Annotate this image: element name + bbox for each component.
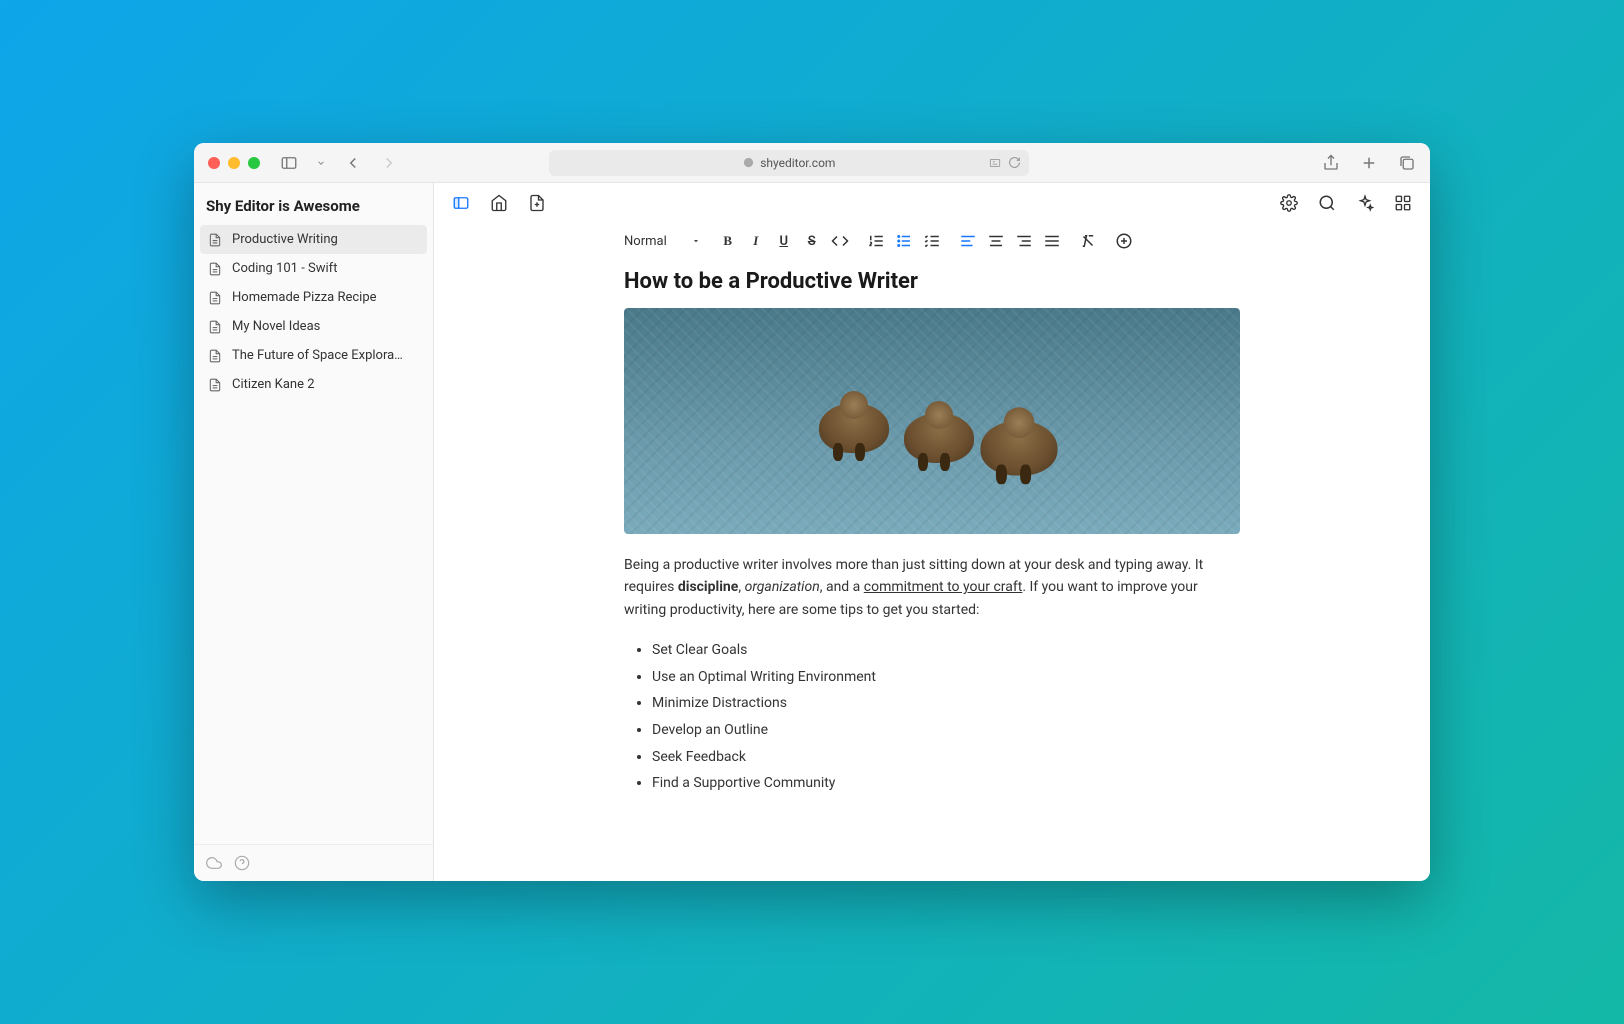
italic-text: organization	[745, 579, 820, 595]
clear-format-button[interactable]	[1079, 232, 1097, 250]
doc-item-0[interactable]: Productive Writing	[200, 225, 427, 254]
align-justify-button[interactable]	[1043, 232, 1061, 250]
italic-button[interactable]: I	[747, 232, 765, 250]
minimize-window-button[interactable]	[228, 157, 240, 169]
app-content: Shy Editor is Awesome Productive Writing…	[194, 183, 1430, 881]
document-icon	[208, 291, 222, 305]
document-icon	[208, 233, 222, 247]
sidebar-footer	[194, 844, 433, 881]
url-bar[interactable]: shyeditor.com	[549, 150, 1029, 176]
chevron-down-icon[interactable]	[316, 154, 326, 172]
doc-item-4[interactable]: The Future of Space Explora…	[194, 341, 433, 370]
align-center-button[interactable]	[987, 232, 1005, 250]
document-icon	[208, 349, 222, 363]
intro-paragraph[interactable]: Being a productive writer involves more …	[624, 554, 1240, 621]
unordered-list-button[interactable]	[895, 232, 913, 250]
document-icon	[208, 378, 222, 392]
bold-button[interactable]: B	[719, 232, 737, 250]
doc-item-label: Homemade Pizza Recipe	[232, 290, 377, 305]
doc-item-label: My Novel Ideas	[232, 319, 320, 334]
add-block-button[interactable]	[1115, 232, 1133, 250]
home-icon[interactable]	[490, 194, 508, 212]
list-item[interactable]: Seek Feedback	[652, 744, 1240, 771]
editor-topbar	[434, 183, 1430, 223]
format-select-label: Normal	[624, 234, 667, 249]
app-window: shyeditor.com Shy	[194, 143, 1430, 881]
apps-icon[interactable]	[1394, 194, 1412, 212]
reader-icon[interactable]	[988, 156, 1002, 170]
doc-item-2[interactable]: Homemade Pizza Recipe	[194, 283, 433, 312]
underline-text: commitment to your craft	[864, 579, 1023, 595]
sidebar-title: Shy Editor is Awesome	[194, 183, 433, 225]
align-right-button[interactable]	[1015, 232, 1033, 250]
otter-illustration	[819, 403, 889, 453]
otter-illustration	[981, 421, 1058, 476]
share-icon[interactable]	[1322, 154, 1340, 172]
document-icon	[208, 262, 222, 276]
doc-item-label: Coding 101 - Swift	[232, 261, 337, 276]
otter-illustration	[904, 413, 974, 463]
code-button[interactable]	[831, 232, 849, 250]
back-button[interactable]	[344, 154, 362, 172]
browser-titlebar: shyeditor.com	[194, 143, 1430, 183]
strike-button[interactable]: S	[803, 232, 821, 250]
tabs-icon[interactable]	[1398, 154, 1416, 172]
panel-toggle-icon[interactable]	[452, 194, 470, 212]
checklist-button[interactable]	[923, 232, 941, 250]
list-item[interactable]: Develop an Outline	[652, 717, 1240, 744]
sidebar-toggle-icon[interactable]	[280, 154, 298, 172]
text-run: , and a	[820, 579, 864, 595]
hero-image[interactable]	[624, 308, 1240, 534]
format-toolbar: Normal B I U S	[434, 223, 1430, 259]
cloud-icon[interactable]	[206, 855, 222, 871]
document-title[interactable]: How to be a Productive Writer	[624, 269, 1240, 294]
lock-icon	[743, 157, 754, 168]
underline-button[interactable]: U	[775, 232, 793, 250]
reload-icon[interactable]	[1008, 156, 1021, 169]
close-window-button[interactable]	[208, 157, 220, 169]
new-doc-icon[interactable]	[528, 194, 546, 212]
sparkle-icon[interactable]	[1356, 194, 1374, 212]
url-text: shyeditor.com	[760, 156, 835, 170]
traffic-lights	[208, 157, 260, 169]
maximize-window-button[interactable]	[248, 157, 260, 169]
bullet-list[interactable]: Set Clear Goals Use an Optimal Writing E…	[624, 637, 1240, 797]
doc-item-5[interactable]: Citizen Kane 2	[194, 370, 433, 399]
doc-item-1[interactable]: Coding 101 - Swift	[194, 254, 433, 283]
doc-item-label: Productive Writing	[232, 232, 338, 247]
help-icon[interactable]	[234, 855, 250, 871]
ordered-list-button[interactable]	[867, 232, 885, 250]
new-tab-icon[interactable]	[1360, 154, 1378, 172]
doc-item-label: Citizen Kane 2	[232, 377, 315, 392]
list-item[interactable]: Use an Optimal Writing Environment	[652, 664, 1240, 691]
document-body[interactable]: How to be a Productive Writer Being a pr…	[434, 259, 1430, 881]
sidebar: Shy Editor is Awesome Productive Writing…	[194, 183, 434, 881]
align-left-button[interactable]	[959, 232, 977, 250]
gear-icon[interactable]	[1280, 194, 1298, 212]
list-item[interactable]: Minimize Distractions	[652, 690, 1240, 717]
format-select[interactable]: Normal	[624, 234, 701, 249]
list-item[interactable]: Find a Supportive Community	[652, 770, 1240, 797]
list-item[interactable]: Set Clear Goals	[652, 637, 1240, 664]
search-icon[interactable]	[1318, 194, 1336, 212]
bold-text: discipline	[678, 579, 738, 595]
doc-item-label: The Future of Space Explora…	[232, 348, 403, 363]
chevron-down-icon	[691, 236, 701, 246]
editor-area: Normal B I U S	[434, 183, 1430, 881]
document-list: Productive Writing Coding 101 - Swift Ho…	[194, 225, 433, 844]
doc-item-3[interactable]: My Novel Ideas	[194, 312, 433, 341]
document-icon	[208, 320, 222, 334]
forward-button[interactable]	[380, 154, 398, 172]
